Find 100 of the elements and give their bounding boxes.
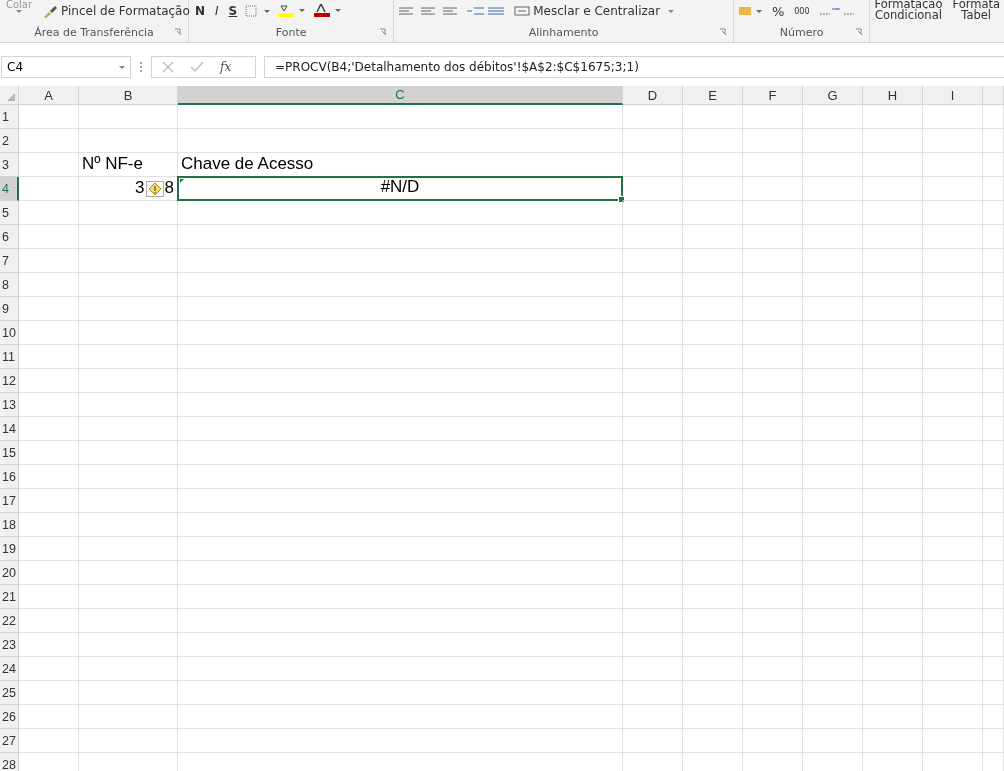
table-cell[interactable] bbox=[923, 393, 983, 417]
table-cell[interactable] bbox=[683, 321, 743, 345]
table-cell[interactable] bbox=[863, 225, 923, 249]
table-cell[interactable] bbox=[743, 705, 803, 729]
table-cell[interactable] bbox=[683, 465, 743, 489]
table-cell[interactable] bbox=[923, 321, 983, 345]
table-cell[interactable] bbox=[19, 369, 79, 393]
table-cell[interactable] bbox=[923, 153, 983, 177]
table-cell[interactable] bbox=[803, 153, 863, 177]
table-cell[interactable] bbox=[743, 273, 803, 297]
table-cell[interactable] bbox=[863, 609, 923, 633]
table-cell[interactable] bbox=[178, 249, 623, 273]
table-cell[interactable] bbox=[19, 561, 79, 585]
table-cell[interactable] bbox=[743, 657, 803, 681]
row-header[interactable]: 9 bbox=[0, 297, 19, 321]
table-cell[interactable] bbox=[863, 417, 923, 441]
table-cell[interactable] bbox=[683, 561, 743, 585]
table-cell[interactable] bbox=[19, 297, 79, 321]
table-cell[interactable] bbox=[79, 561, 178, 585]
table-cell[interactable] bbox=[743, 105, 803, 129]
table-cell[interactable] bbox=[803, 321, 863, 345]
table-cell[interactable] bbox=[803, 537, 863, 561]
table-cell[interactable] bbox=[683, 609, 743, 633]
row-header[interactable]: 10 bbox=[0, 321, 19, 345]
table-cell[interactable] bbox=[863, 441, 923, 465]
table-cell[interactable] bbox=[983, 681, 1004, 705]
table-cell[interactable] bbox=[983, 489, 1004, 513]
column-header[interactable]: A bbox=[19, 86, 79, 105]
table-cell[interactable] bbox=[743, 345, 803, 369]
table-cell[interactable] bbox=[923, 729, 983, 753]
table-cell[interactable] bbox=[623, 609, 683, 633]
underline-button[interactable]: S bbox=[226, 4, 240, 18]
table-cell[interactable] bbox=[803, 297, 863, 321]
table-cell[interactable] bbox=[19, 201, 79, 225]
table-cell[interactable] bbox=[743, 561, 803, 585]
table-cell[interactable] bbox=[683, 489, 743, 513]
row-header[interactable]: 25 bbox=[0, 681, 19, 705]
table-cell[interactable] bbox=[623, 729, 683, 753]
table-cell[interactable] bbox=[863, 657, 923, 681]
table-cell[interactable] bbox=[623, 705, 683, 729]
table-cell[interactable] bbox=[743, 201, 803, 225]
table-cell[interactable] bbox=[983, 729, 1004, 753]
table-cell[interactable] bbox=[178, 537, 623, 561]
table-cell[interactable] bbox=[863, 321, 923, 345]
bold-button[interactable]: N bbox=[193, 4, 208, 18]
table-cell[interactable] bbox=[983, 225, 1004, 249]
table-cell[interactable]: 3 8 bbox=[79, 177, 178, 201]
row-header[interactable]: 2 bbox=[0, 129, 19, 153]
table-cell[interactable] bbox=[983, 657, 1004, 681]
column-header[interactable]: E bbox=[683, 86, 743, 105]
column-header[interactable]: H bbox=[863, 86, 923, 105]
row-header[interactable]: 11 bbox=[0, 345, 19, 369]
table-cell[interactable] bbox=[743, 465, 803, 489]
formula-field[interactable]: =PROCV(B4;'Detalhamento dos débitos'!$A$2:$C$1675;3;1) bbox=[264, 56, 1004, 78]
row-header[interactable]: 28 bbox=[0, 753, 19, 771]
table-cell[interactable] bbox=[923, 369, 983, 393]
table-cell[interactable] bbox=[803, 201, 863, 225]
name-box[interactable]: C4 bbox=[1, 56, 131, 78]
column-header[interactable]: F bbox=[743, 86, 803, 105]
table-cell[interactable] bbox=[983, 273, 1004, 297]
table-cell[interactable] bbox=[983, 369, 1004, 393]
table-cell[interactable] bbox=[79, 345, 178, 369]
table-cell[interactable] bbox=[743, 729, 803, 753]
table-cell[interactable] bbox=[743, 537, 803, 561]
table-cell[interactable] bbox=[743, 441, 803, 465]
row-header[interactable]: 6 bbox=[0, 225, 19, 249]
table-cell[interactable] bbox=[178, 201, 623, 225]
format-painter-button[interactable]: Pincel de Formatação bbox=[40, 4, 192, 18]
table-cell[interactable] bbox=[983, 513, 1004, 537]
table-cell[interactable] bbox=[19, 633, 79, 657]
table-cell[interactable] bbox=[923, 273, 983, 297]
table-cell[interactable]: Chave de Acesso bbox=[178, 153, 623, 177]
table-cell[interactable] bbox=[683, 441, 743, 465]
table-cell[interactable] bbox=[623, 585, 683, 609]
table-cell[interactable] bbox=[19, 729, 79, 753]
table-cell[interactable] bbox=[178, 561, 623, 585]
table-cell[interactable] bbox=[178, 345, 623, 369]
row-header[interactable]: 14 bbox=[0, 417, 19, 441]
table-cell[interactable] bbox=[743, 393, 803, 417]
column-header[interactable]: G bbox=[803, 86, 863, 105]
percent-button[interactable]: % bbox=[769, 3, 787, 19]
table-cell[interactable] bbox=[623, 273, 683, 297]
table-cell[interactable] bbox=[79, 297, 178, 321]
table-cell[interactable] bbox=[743, 369, 803, 393]
table-cell[interactable] bbox=[178, 633, 623, 657]
table-cell[interactable] bbox=[923, 105, 983, 129]
table-cell[interactable] bbox=[743, 297, 803, 321]
table-cell[interactable] bbox=[863, 129, 923, 153]
table-cell[interactable] bbox=[19, 225, 79, 249]
table-cell[interactable] bbox=[863, 201, 923, 225]
table-cell[interactable] bbox=[19, 177, 79, 201]
table-cell[interactable] bbox=[683, 297, 743, 321]
table-cell[interactable] bbox=[79, 393, 178, 417]
table-cell[interactable] bbox=[803, 369, 863, 393]
table-cell[interactable] bbox=[743, 321, 803, 345]
merge-center-button[interactable]: Mesclar e Centralizar bbox=[512, 4, 663, 18]
table-cell[interactable] bbox=[803, 489, 863, 513]
table-cell[interactable] bbox=[623, 249, 683, 273]
table-cell[interactable] bbox=[983, 177, 1004, 201]
table-cell[interactable] bbox=[683, 249, 743, 273]
